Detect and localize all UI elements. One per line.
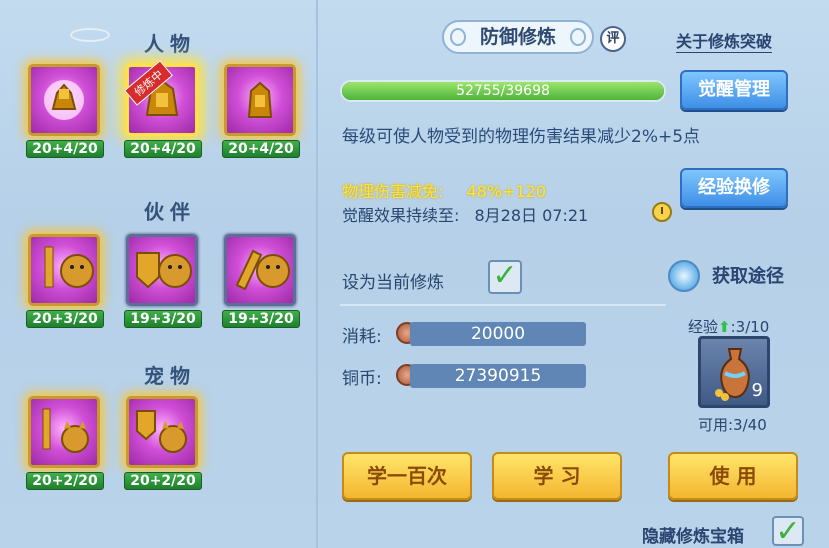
level-bar: 20+4/20: [222, 140, 300, 158]
level-bar: 20+2/20: [26, 472, 104, 490]
awaken-manage-button[interactable]: 觉醒管理: [680, 70, 788, 110]
duration-value: 8月28日 07:21: [474, 206, 589, 225]
partner-slot-1[interactable]: 20+3/20: [26, 234, 104, 332]
gauntlet-tiger-icon: [224, 234, 296, 306]
training-title-text: 防御修炼: [479, 26, 556, 48]
pet-slot-2[interactable]: 20+2/20: [124, 396, 202, 494]
copper-label: 铜币:: [342, 369, 382, 389]
level-bar: 19+3/20: [124, 310, 202, 328]
training-title: 防御修炼: [442, 20, 594, 54]
reduction-label: 物理伤害减免:: [342, 182, 444, 201]
duration-label: 觉醒效果持续至:: [342, 206, 460, 225]
learn-hundred-button[interactable]: 学一百次: [342, 452, 472, 500]
divider: [340, 304, 666, 306]
partner-slot-2[interactable]: 19+3/20: [124, 234, 202, 332]
cloud-deco: [70, 28, 110, 42]
armor-item-icon: [224, 64, 296, 136]
armor-item-icon: [28, 64, 100, 136]
shield-tiger-icon: [126, 234, 198, 306]
person-slot-1[interactable]: 20+4/20: [26, 64, 104, 162]
curl-deco: [570, 28, 586, 46]
copper-value: 27390915: [410, 364, 586, 388]
progress-text: 52755/39698: [456, 83, 550, 99]
about-breakthrough-link[interactable]: 关于修炼突破: [676, 28, 773, 53]
exp-counter: 经验⬆:3/10: [688, 316, 769, 337]
exp-value: :3/10: [730, 318, 770, 336]
up-arrow-icon: ⬆: [718, 318, 731, 336]
usable-count: 可用:3/40: [698, 416, 767, 434]
rate-badge[interactable]: 评: [600, 26, 626, 52]
section-title-pet: 宠物: [144, 364, 196, 388]
use-button[interactable]: 使 用: [668, 452, 798, 500]
clock-icon: [652, 202, 672, 222]
person-slot-3[interactable]: 20+4/20: [222, 64, 300, 162]
hide-chest-checkbox[interactable]: ✓: [772, 516, 804, 547]
book-icon[interactable]: [668, 260, 700, 292]
exp-exchange-button[interactable]: 经验换修: [680, 168, 788, 208]
consume-value: 20000: [410, 322, 586, 346]
curl-deco: [450, 28, 466, 46]
reduction-value: 48%+120: [466, 182, 547, 201]
person-slot-2[interactable]: 修炼中 20+4/20: [124, 60, 202, 162]
target-list: 人物 伙伴 宠物 20+4/20 修炼中 20+4/20 20+4/20 20+…: [0, 0, 318, 548]
exp-item-slot[interactable]: 9: [698, 336, 770, 408]
consume-label: 消耗:: [342, 327, 382, 347]
level-bar: 19+3/20: [222, 310, 300, 328]
sword-tiger-icon: [28, 234, 100, 306]
sword-cat-icon: [28, 396, 100, 468]
training-description: 每级可使人物受到的物理伤害结果减少2%+5点: [342, 127, 701, 147]
armor-item-icon: 修炼中: [124, 60, 198, 136]
reduction-stat: 物理伤害减免: 48%+120: [342, 178, 546, 202]
level-bar: 20+4/20: [26, 140, 104, 158]
set-current-checkbox[interactable]: ✓: [488, 260, 522, 294]
level-bar: 20+2/20: [124, 472, 202, 490]
training-detail: 防御修炼 评 关于修炼突破 52755/39698 觉醒管理 每级可使人物受到的…: [320, 0, 829, 548]
section-title-partner: 伙伴: [144, 200, 196, 224]
exp-label: 经验: [688, 318, 719, 336]
partner-slot-3[interactable]: 19+3/20: [222, 234, 300, 332]
training-panel: 人物 伙伴 宠物 20+4/20 修炼中 20+4/20 20+4/20 20+…: [0, 0, 829, 548]
exp-progress-bar: 52755/39698: [340, 80, 666, 102]
level-bar: 20+3/20: [26, 310, 104, 328]
section-title-person: 人物: [144, 32, 196, 56]
set-current-label: 设为当前修炼: [342, 273, 444, 293]
hide-chest-label: 隐藏修炼宝箱: [642, 527, 744, 547]
item-count: 9: [751, 380, 763, 401]
learn-button[interactable]: 学 习: [492, 452, 622, 500]
awaken-duration: 觉醒效果持续至: 8月28日 07:21: [342, 202, 588, 226]
pet-slot-1[interactable]: 20+2/20: [26, 396, 104, 494]
obtain-way-link[interactable]: 获取途径: [712, 262, 784, 288]
shield-cat-icon: [126, 396, 198, 468]
level-bar: 20+4/20: [124, 140, 202, 158]
